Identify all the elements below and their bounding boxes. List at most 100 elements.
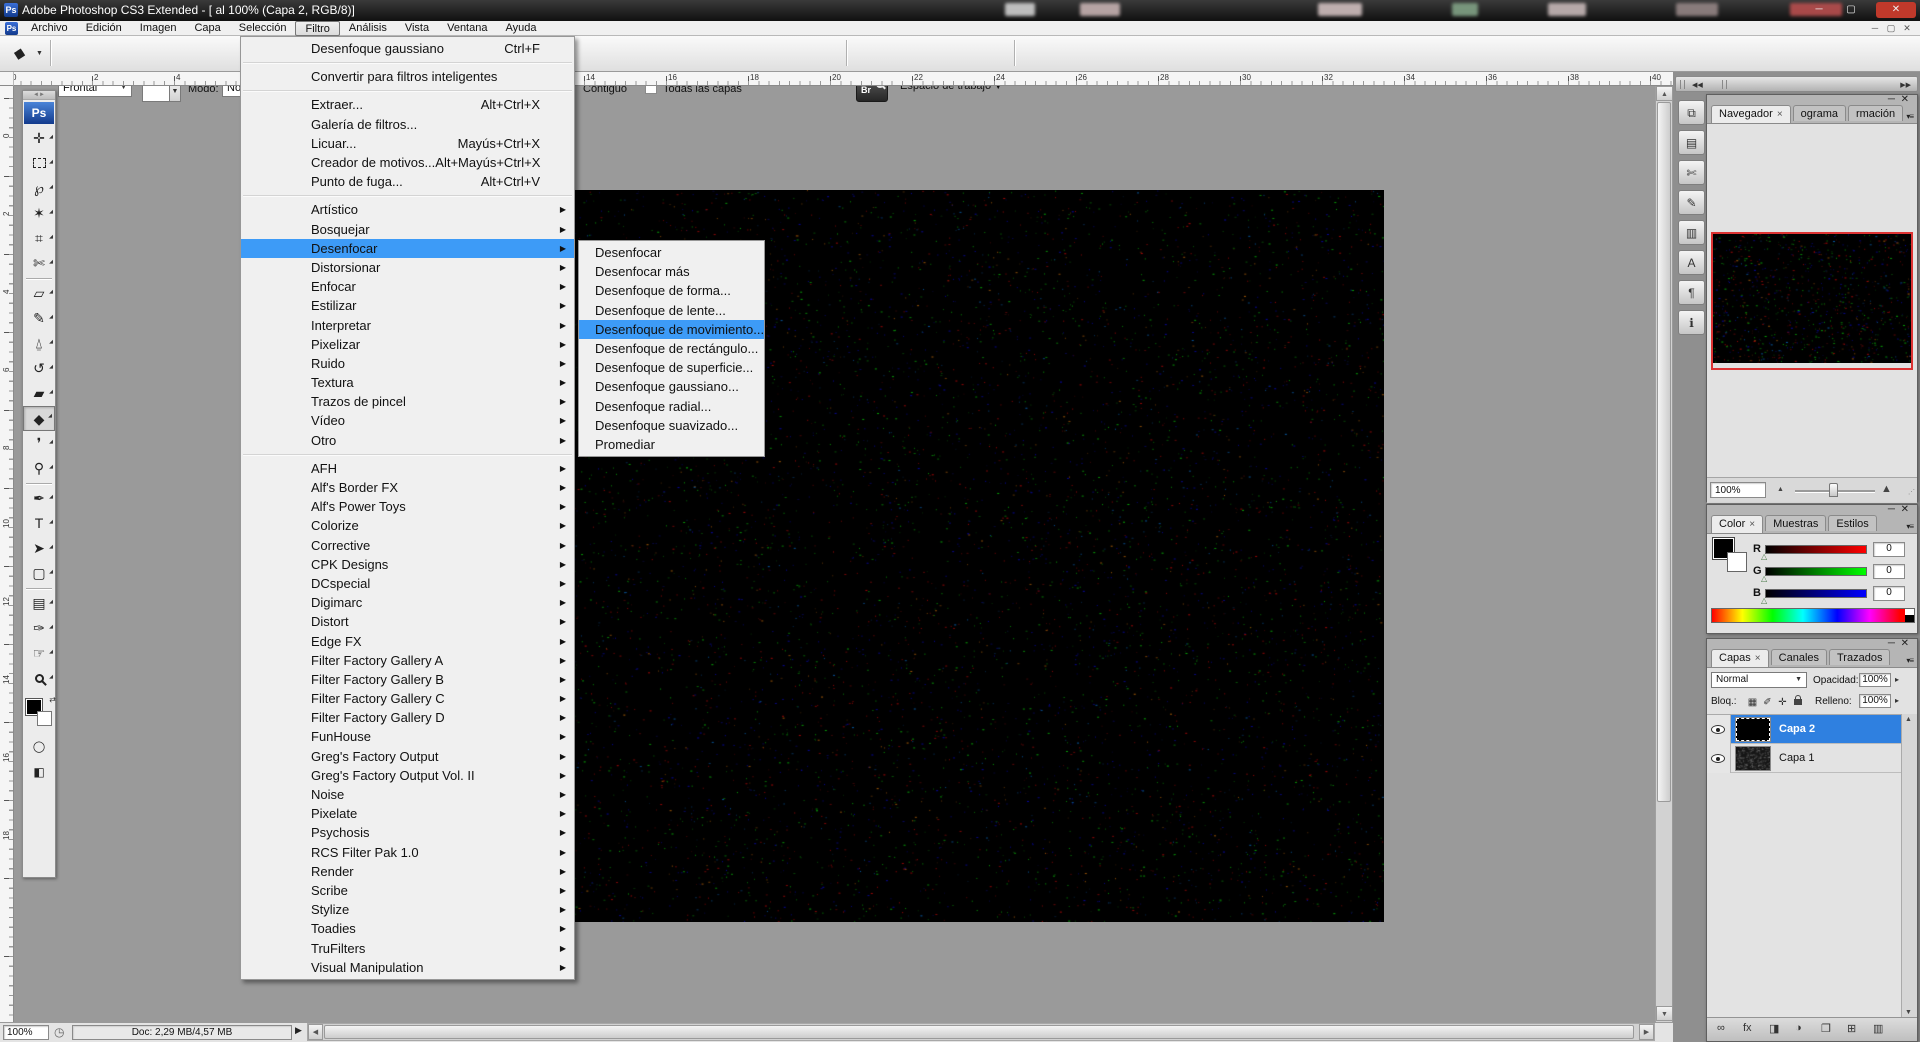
- menu-item-greg-s-factory-output[interactable]: Greg's Factory Output▶: [241, 747, 574, 766]
- lock-all-icon[interactable]: [1790, 694, 1805, 708]
- g-value-field[interactable]: 0: [1873, 564, 1905, 579]
- menu-item-ruido[interactable]: Ruido▶: [241, 354, 574, 373]
- eye-icon[interactable]: [1711, 754, 1725, 763]
- eyedropper-tool[interactable]: ✑◢: [23, 616, 55, 641]
- new-layer-icon[interactable]: ⊞: [1847, 1022, 1856, 1035]
- menu-item-licuar[interactable]: Licuar...Mayús+Ctrl+X: [241, 134, 574, 153]
- eye-icon[interactable]: [1711, 725, 1725, 734]
- horizontal-scrollbar[interactable]: ◀ ▶: [307, 1023, 1655, 1041]
- navigator-view-box[interactable]: [1711, 232, 1913, 370]
- hscroll-thumb[interactable]: [324, 1025, 1634, 1039]
- menubar-item-archivo[interactable]: Archivo: [22, 21, 77, 36]
- clone-stamp-tool[interactable]: ⍙◢: [23, 331, 55, 356]
- vertical-scrollbar[interactable]: ▲ ▼: [1655, 86, 1672, 1022]
- tool-preset-dropdown-icon[interactable]: ▼: [36, 50, 43, 57]
- healing-brush-tool[interactable]: ▱◢: [23, 281, 55, 306]
- swap-colors-icon[interactable]: ⇄: [49, 695, 56, 704]
- menubar-item-filtro[interactable]: Filtro: [295, 21, 339, 36]
- dodge-tool[interactable]: ⚲◢: [23, 456, 55, 481]
- menu-item-desenfoque-de-forma[interactable]: Desenfoque de forma...: [579, 281, 764, 300]
- layer-visibility-cell[interactable]: [1707, 715, 1731, 744]
- r-slider[interactable]: [1765, 545, 1867, 554]
- menu-item-noise[interactable]: Noise▶: [241, 785, 574, 804]
- scroll-up-icon[interactable]: ▲: [1905, 716, 1912, 723]
- history-brush-tool[interactable]: ↺◢: [23, 356, 55, 381]
- menu-item-distort[interactable]: Distort▶: [241, 612, 574, 631]
- zoom-out-icon[interactable]: ▲: [1777, 486, 1784, 493]
- vscroll-thumb[interactable]: [1657, 102, 1671, 802]
- dock-panel-pages-icon[interactable]: ▤: [1678, 130, 1705, 155]
- path-selection-tool[interactable]: ➤◢: [23, 536, 55, 561]
- scroll-up-icon[interactable]: ▲: [1656, 86, 1673, 101]
- panel-flyout-icon[interactable]: ▾≡: [1906, 112, 1913, 121]
- panel-minimize-icon[interactable]: ─: [1888, 504, 1895, 515]
- b-value-field[interactable]: 0: [1873, 586, 1905, 601]
- menu-item-desenfoque-suavizado[interactable]: Desenfoque suavizado...: [579, 416, 764, 435]
- menubar-item-vista[interactable]: Vista: [396, 21, 438, 36]
- menu-item-promediar[interactable]: Promediar: [579, 435, 764, 454]
- adjustment-layer-icon[interactable]: ◑: [1795, 1022, 1802, 1034]
- screen-mode-button[interactable]: ◧: [23, 760, 55, 785]
- dock-panel-layer-comps-icon[interactable]: ▥: [1678, 220, 1705, 245]
- menu-item-desenfocar[interactable]: Desenfocar▶: [241, 239, 574, 258]
- type-tool[interactable]: T◢: [23, 511, 55, 536]
- menu-item-pixelate[interactable]: Pixelate▶: [241, 804, 574, 823]
- slice-tool[interactable]: ✄◢: [23, 251, 55, 276]
- quick-mask-button[interactable]: ◯: [23, 735, 55, 760]
- menu-item-render[interactable]: Render▶: [241, 862, 574, 881]
- dock-panel-character-icon[interactable]: A: [1678, 250, 1705, 275]
- panel-close-icon[interactable]: ✕: [1901, 638, 1909, 649]
- eraser-tool[interactable]: ▰◢: [23, 381, 55, 406]
- menu-item-toadies[interactable]: Toadies▶: [241, 919, 574, 938]
- menubar-item-selecci-n[interactable]: Selección: [230, 21, 296, 36]
- toolbar-grip[interactable]: ◄►: [23, 91, 55, 100]
- menu-item-rcs-filter-pak-1-0[interactable]: RCS Filter Pak 1.0▶: [241, 843, 574, 862]
- menu-item-greg-s-factory-output-vol-ii[interactable]: Greg's Factory Output Vol. II▶: [241, 766, 574, 785]
- tab-navegador[interactable]: Navegador×: [1711, 105, 1791, 123]
- crop-tool[interactable]: ⌗◢: [23, 226, 55, 251]
- menu-item-distorsionar[interactable]: Distorsionar▶: [241, 258, 574, 277]
- menu-item-visual-manipulation[interactable]: Visual Manipulation▶: [241, 958, 574, 977]
- black-swatch[interactable]: [1905, 615, 1914, 622]
- dock-panel-brushes-icon[interactable]: ✎: [1678, 190, 1705, 215]
- tab-muestras[interactable]: Muestras: [1765, 515, 1826, 531]
- tab-color[interactable]: Color×: [1711, 515, 1763, 533]
- scroll-down-icon[interactable]: ▼: [1905, 1009, 1912, 1016]
- menu-item-filter-factory-gallery-a[interactable]: Filter Factory Gallery A▶: [241, 651, 574, 670]
- layer-group-icon[interactable]: ❐: [1821, 1022, 1831, 1035]
- menu-item-afh[interactable]: AFH▶: [241, 459, 574, 478]
- menu-item-alf-s-power-toys[interactable]: Alf's Power Toys▶: [241, 497, 574, 516]
- tab-ograma[interactable]: ograma: [1793, 105, 1846, 121]
- slider-thumb-icon[interactable]: △: [1761, 552, 1767, 561]
- menubar-item-edici-n[interactable]: Edición: [77, 21, 131, 36]
- menu-item-psychosis[interactable]: Psychosis▶: [241, 823, 574, 842]
- scroll-down-icon[interactable]: ▼: [1656, 1006, 1673, 1021]
- g-slider[interactable]: [1765, 567, 1867, 576]
- fill-slider-icon[interactable]: ▸: [1895, 696, 1899, 705]
- menu-item-extraer[interactable]: Extraer...Alt+Ctrl+X: [241, 95, 574, 114]
- color-spectrum-ramp[interactable]: [1711, 608, 1915, 623]
- lock-position-icon[interactable]: ✛: [1775, 697, 1790, 708]
- resize-grip-icon[interactable]: ⋰: [1908, 488, 1915, 496]
- close-button[interactable]: ✕: [1876, 2, 1916, 18]
- move-tool[interactable]: ✛◢: [23, 126, 55, 151]
- menu-item-textura[interactable]: Textura▶: [241, 373, 574, 392]
- magic-wand-tool[interactable]: ✶◢: [23, 201, 55, 226]
- menu-item-stylize[interactable]: Stylize▶: [241, 900, 574, 919]
- hand-tool[interactable]: ☞◢: [23, 641, 55, 666]
- tab-trazados[interactable]: Trazados: [1829, 649, 1890, 665]
- dock-panel-paragraph-icon[interactable]: ¶: [1678, 280, 1705, 305]
- tab-close-icon[interactable]: ×: [1777, 109, 1783, 120]
- panel-close-icon[interactable]: ✕: [1901, 94, 1909, 105]
- scroll-left-icon[interactable]: ◀: [308, 1024, 323, 1040]
- minimize-button[interactable]: ─: [1806, 2, 1832, 18]
- layer-row-capa-2[interactable]: Capa 2: [1707, 715, 1901, 744]
- blur-tool[interactable]: ❜◢: [23, 431, 55, 456]
- menu-item-otro[interactable]: Otro▶: [241, 431, 574, 450]
- tab-capas[interactable]: Capas×: [1711, 649, 1769, 667]
- lock-transparency-icon[interactable]: ▦: [1745, 697, 1760, 708]
- menu-item-creador-de-motivos[interactable]: Creador de motivos...Alt+Mayús+Ctrl+X: [241, 153, 574, 172]
- collapse-left-icon[interactable]: ◀◀: [1692, 81, 1703, 89]
- menu-item-colorize[interactable]: Colorize▶: [241, 516, 574, 535]
- menu-item-filter-factory-gallery-d[interactable]: Filter Factory Gallery D▶: [241, 708, 574, 727]
